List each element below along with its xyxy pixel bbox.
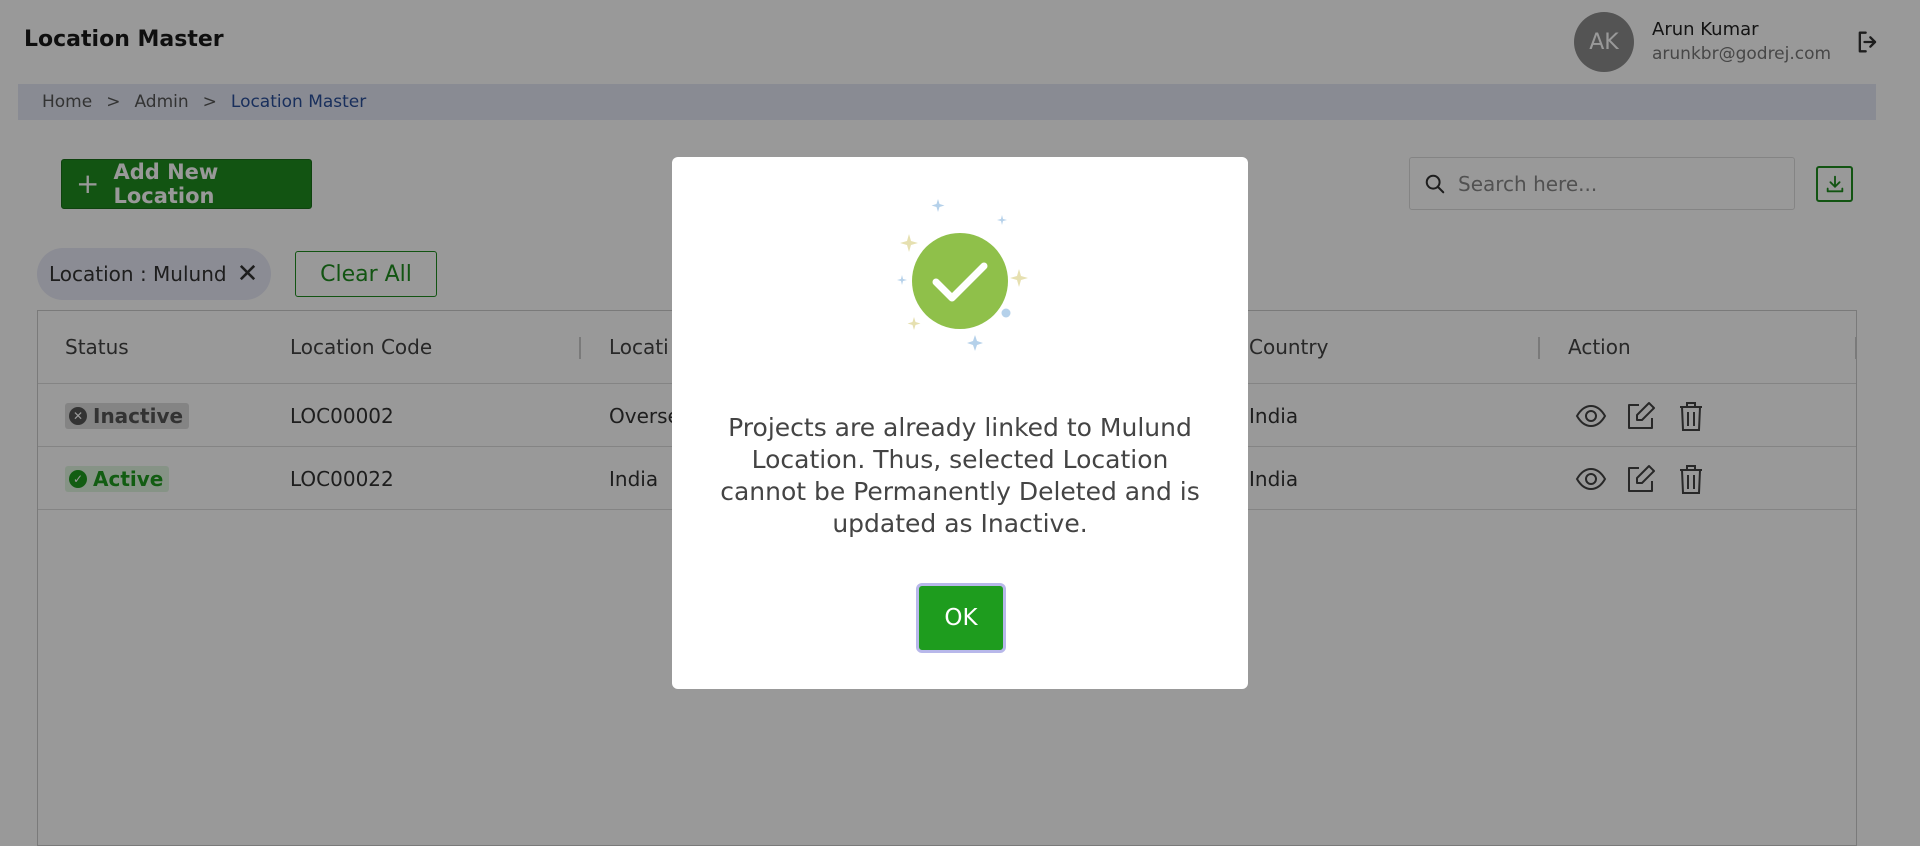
- success-check-icon: [897, 199, 1028, 351]
- success-dialog: Projects are already linked to Mulund Lo…: [672, 157, 1248, 689]
- ok-button[interactable]: OK: [916, 583, 1006, 653]
- dialog-message: Projects are already linked to Mulund Lo…: [720, 413, 1200, 538]
